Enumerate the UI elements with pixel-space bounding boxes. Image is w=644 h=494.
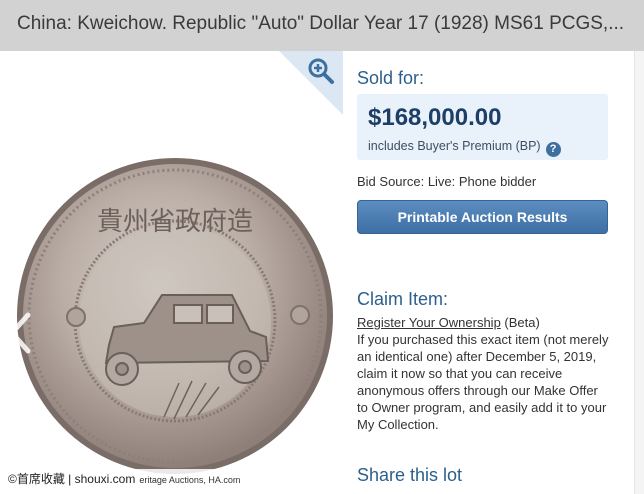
watermark-site: ©首席收藏 | shouxi.com xyxy=(8,472,136,486)
buyers-premium-note: includes Buyer's Premium (BP)? xyxy=(368,139,561,157)
claim-body: If you purchased this exact item (not me… xyxy=(357,332,609,432)
sold-for-label: Sold for: xyxy=(357,68,425,88)
printable-results-button[interactable]: Printable Auction Results xyxy=(357,200,608,234)
zoom-in-icon[interactable] xyxy=(307,57,335,85)
share-lot-heading[interactable]: Share this lot xyxy=(357,465,462,486)
coin-legend: 貴州省政府造 xyxy=(97,207,253,237)
register-ownership-link[interactable]: Register Your Ownership xyxy=(357,315,501,330)
watermark: ©首席收藏 | shouxi.com eritage Auctions, HA.c… xyxy=(4,469,245,489)
image-panel[interactable]: 貴州省政府造 ©首席收藏 | shouxi.com eritage Auction… xyxy=(0,51,343,494)
claim-item-text: Register Your Ownership (Beta) If you pu… xyxy=(357,314,612,433)
help-icon[interactable]: ? xyxy=(545,142,561,157)
sold-price: $168,000.00 xyxy=(368,104,502,131)
title-bar: China: Kweichow. Republic "Auto" Dollar … xyxy=(0,0,644,51)
scrollbar[interactable] xyxy=(634,51,644,494)
lot-info-panel: Sold for: $168,000.00 includes Buyer's P… xyxy=(343,51,634,494)
bid-source: Bid Source: Live: Phone bidder xyxy=(357,174,537,189)
image-credit: eritage Auctions, HA.com xyxy=(139,475,241,485)
lot-title: China: Kweichow. Republic "Auto" Dollar … xyxy=(17,13,625,34)
previous-image-arrow-icon[interactable] xyxy=(6,311,36,355)
beta-label: (Beta) xyxy=(500,315,540,330)
claim-item-heading: Claim Item: xyxy=(357,289,449,309)
coin-image: 貴州省政府造 xyxy=(17,158,333,474)
price-box: $168,000.00 includes Buyer's Premium (BP… xyxy=(357,94,608,160)
premium-text: includes Buyer's Premium (BP) xyxy=(368,139,541,153)
